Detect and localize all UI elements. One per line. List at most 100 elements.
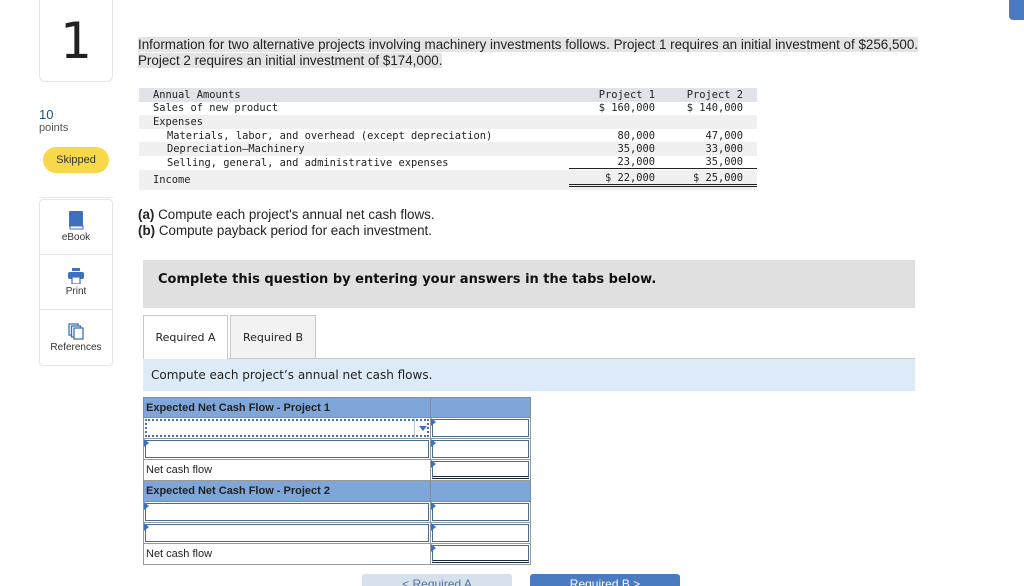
row-label: Depreciation—Machinery (167, 143, 305, 156)
project-2-row-1-label-select[interactable] (145, 503, 429, 521)
part-a-tag: (a) (138, 207, 155, 222)
project-2-net-cash-flow-cell (431, 544, 531, 565)
income-project-2: $ 25,000 (661, 172, 757, 188)
project-2-row-1-amount-cell (431, 502, 531, 523)
project-2-net-cash-flow-label: Net cash flow (143, 544, 431, 565)
project-1-header-row: Expected Net Cash Flow - Project 1 (143, 397, 532, 418)
points-value: 10 (39, 107, 54, 122)
project-2-row-2-label-select[interactable] (145, 524, 429, 542)
table-row (143, 418, 532, 439)
part-a: (a) Compute each project's annual net ca… (138, 207, 435, 223)
income-row: Income $ 22,000 $ 25,000 (139, 169, 757, 190)
row-project-2: 35,000 (661, 156, 757, 170)
tools-panel: eBook Print References (39, 199, 113, 366)
project-1-row-2-label-cell (143, 439, 431, 460)
input-flag-icon (431, 460, 436, 468)
print-button[interactable]: Print (40, 255, 112, 310)
table-row (143, 523, 532, 544)
part-a-text: Compute each project's annual net cash f… (154, 207, 435, 222)
row-project-2: 47,000 (705, 129, 743, 142)
income-label: Income (153, 173, 191, 186)
header-project-1: Project 1 (598, 88, 655, 101)
ebook-label: eBook (61, 232, 91, 243)
answer-grid: Expected Net Cash Flow - Project 1 Net c… (143, 397, 532, 565)
project-1-net-cash-flow-label: Net cash flow (143, 460, 431, 481)
input-flag-icon (431, 523, 436, 531)
prev-required-button[interactable]: < Required A (362, 574, 512, 586)
input-flag-icon (431, 439, 436, 447)
points-label: points (39, 122, 69, 134)
project-1-row-1-label-cell (143, 418, 431, 439)
table-row: Materials, labor, and overhead (except d… (139, 129, 757, 143)
question-number: 1 (39, 0, 113, 82)
corner-tab[interactable] (1009, 0, 1024, 20)
references-label: References (50, 341, 102, 353)
row-project-1: 23,000 (569, 156, 661, 170)
input-flag-icon (144, 439, 149, 447)
row-project-2: $ 140,000 (686, 102, 743, 115)
project-1-row-1-amount-input[interactable] (432, 419, 529, 437)
complete-prompt: Complete this question by entering your … (143, 260, 915, 308)
project-1-net-cash-flow-cell (431, 460, 531, 481)
project-2-row-1-amount-input[interactable] (432, 503, 529, 521)
table-row: Selling, general, and administrative exp… (139, 156, 757, 170)
row-label: Materials, labor, and overhead (except d… (167, 129, 493, 142)
project-2-header: Expected Net Cash Flow - Project 2 (143, 481, 431, 502)
row-label: Expenses (153, 115, 204, 128)
print-label: Print (65, 285, 87, 297)
project-1-header-value (431, 397, 531, 418)
project-1-row-1-label-select[interactable] (145, 419, 429, 437)
table-header-row: Annual Amounts Project 1 Project 2 (139, 88, 757, 102)
project-2-net-cash-flow-input[interactable] (432, 545, 529, 563)
tab-required-b[interactable]: Required B (230, 315, 316, 359)
header-project-2: Project 2 (686, 88, 743, 101)
table-row (143, 439, 532, 460)
question-intro: Information for two alternative projects… (138, 37, 919, 69)
project-2-row-1-label-cell (143, 502, 431, 523)
row-project-1: $ 160,000 (598, 102, 655, 115)
book-icon (68, 211, 84, 230)
project-1-net-cash-flow-input[interactable] (432, 461, 529, 479)
table-row: Expenses (139, 115, 757, 129)
input-flag-icon (431, 544, 436, 552)
input-flag-icon (144, 502, 149, 510)
row-project-2: 33,000 (705, 143, 743, 156)
row-label: Selling, general, and administrative exp… (167, 156, 449, 169)
tab-instruction: Compute each project’s annual net cash f… (143, 359, 915, 391)
table-row: Sales of new product $ 160,000 $ 140,000 (139, 102, 757, 116)
tab-required-a[interactable]: Required A (143, 315, 228, 359)
references-icon (68, 322, 84, 340)
project-1-row-2-amount-cell (431, 439, 531, 460)
row-project-1: 35,000 (617, 143, 655, 156)
project-2-row-2-amount-cell (431, 523, 531, 544)
income-project-1: $ 22,000 (569, 172, 661, 188)
table-row: Depreciation—Machinery 35,000 33,000 (139, 142, 757, 156)
project-2-header-value (431, 481, 531, 502)
question-parts: (a) Compute each project's annual net ca… (138, 207, 435, 239)
table-row: Net cash flow (143, 460, 532, 481)
project-1-row-1-amount-cell (431, 418, 531, 439)
part-b-tag: (b) (138, 223, 156, 238)
row-label: Sales of new product (153, 102, 279, 115)
printer-icon (67, 267, 85, 284)
status-badge: Skipped (43, 147, 109, 173)
chevron-down-icon[interactable] (414, 418, 430, 438)
input-flag-icon (144, 523, 149, 531)
part-b-text: Compute payback period for each investme… (155, 223, 432, 238)
references-button[interactable]: References (40, 310, 112, 365)
intro-line-1: Information for two alternative projects… (138, 37, 919, 52)
project-2-row-2-label-cell (143, 523, 431, 544)
annual-amounts-table: Annual Amounts Project 1 Project 2 Sales… (139, 88, 757, 190)
ebook-button[interactable]: eBook (40, 200, 112, 255)
project-2-header-row: Expected Net Cash Flow - Project 2 (143, 481, 532, 502)
next-required-button[interactable]: Required B > (530, 574, 680, 586)
project-2-row-2-amount-input[interactable] (432, 524, 529, 542)
input-flag-icon (431, 502, 436, 510)
row-project-1: 80,000 (617, 129, 655, 142)
part-b: (b) Compute payback period for each inve… (138, 223, 435, 239)
intro-line-2: Project 2 requires an initial investment… (138, 53, 443, 68)
rail-divider (39, 197, 113, 198)
input-flag-icon (431, 418, 436, 426)
project-1-row-2-amount-input[interactable] (432, 440, 529, 458)
project-1-row-2-label-select[interactable] (145, 440, 429, 458)
